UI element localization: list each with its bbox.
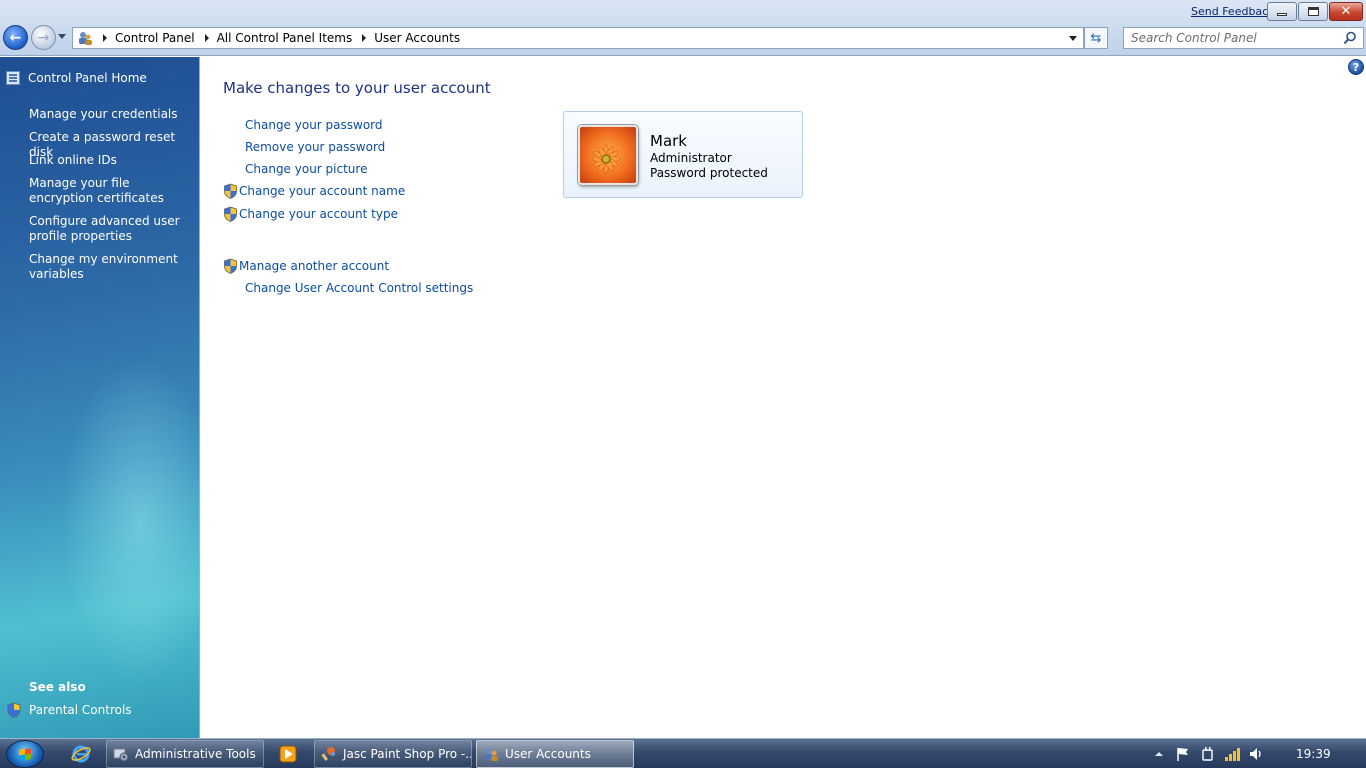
control-panel-home-icon xyxy=(6,71,20,85)
breadcrumb-control-panel[interactable]: Control Panel xyxy=(115,31,195,45)
taskbar: Administrative Tools Jasc Paint Shop Pro… xyxy=(0,738,1366,768)
chevron-up-icon xyxy=(1155,752,1163,756)
minimize-button[interactable] xyxy=(1267,2,1297,21)
wireless-signal-icon xyxy=(1225,748,1240,761)
shield-icon xyxy=(7,702,21,718)
sidebar-item-manage-credentials[interactable]: Manage your credentials xyxy=(29,107,194,122)
internet-explorer-icon xyxy=(71,745,91,763)
send-feedback-link[interactable]: Send Feedback xyxy=(1191,5,1275,18)
refresh-button[interactable]: ⇆ xyxy=(1084,27,1108,49)
taskbar-clock[interactable]: 19:39 xyxy=(1296,747,1331,761)
task-change-picture[interactable]: Change your picture xyxy=(245,162,367,176)
search-box[interactable] xyxy=(1123,27,1364,49)
sidebar-item-link-online-ids[interactable]: Link online IDs xyxy=(29,153,194,168)
search-icon[interactable] xyxy=(1343,31,1357,45)
start-button[interactable] xyxy=(6,740,44,768)
task-label: Change your account type xyxy=(239,207,398,221)
breadcrumb-all-items[interactable]: All Control Panel Items xyxy=(217,31,353,45)
control-panel-icon xyxy=(77,30,93,46)
taskbar-item-paint-shop-pro[interactable]: Jasc Paint Shop Pro -... xyxy=(314,740,472,768)
task-remove-password[interactable]: Remove your password xyxy=(245,140,385,154)
taskbar-item-label: Jasc Paint Shop Pro -... xyxy=(343,747,472,761)
user-accounts-icon xyxy=(485,748,498,761)
user-picture xyxy=(578,125,638,185)
quick-launch-ie[interactable] xyxy=(70,743,92,765)
sidebar-item-advanced-profile[interactable]: Configure advanced user profile properti… xyxy=(29,214,194,244)
sidebar-item-label: Control Panel Home xyxy=(28,71,147,85)
task-change-password[interactable]: Change your password xyxy=(245,118,383,132)
task-label: Remove your password xyxy=(245,140,386,154)
uac-shield-icon xyxy=(224,258,237,274)
tray-volume[interactable] xyxy=(1248,745,1264,763)
administrative-tools-icon xyxy=(113,748,129,762)
task-change-account-type[interactable]: Change your account type xyxy=(223,206,398,222)
quick-launch-media-player[interactable] xyxy=(277,743,299,765)
power-plug-icon xyxy=(1202,747,1213,761)
arrow-right-icon: → xyxy=(37,29,50,46)
paint-shop-pro-icon xyxy=(321,747,335,761)
sidebar-item-parental-controls[interactable]: Parental Controls xyxy=(7,702,132,718)
task-label: Manage another account xyxy=(239,259,390,273)
task-manage-another-account[interactable]: Manage another account xyxy=(223,258,389,274)
page-title: Make changes to your user account xyxy=(223,79,491,97)
taskbar-item-user-accounts[interactable]: User Accounts xyxy=(476,740,634,768)
tray-power[interactable] xyxy=(1200,745,1216,763)
account-role: Administrator xyxy=(650,151,732,165)
task-uac-settings[interactable]: Change User Account Control settings xyxy=(245,281,473,295)
restore-button[interactable] xyxy=(1298,2,1328,21)
sidebar-item-control-panel-home[interactable]: Control Panel Home xyxy=(6,71,147,85)
account-status: Password protected xyxy=(650,166,768,180)
restore-icon xyxy=(1307,7,1319,16)
taskbar-item-label: User Accounts xyxy=(505,747,591,761)
flower-picture-icon xyxy=(580,127,636,183)
tray-network[interactable] xyxy=(1224,745,1242,763)
parental-controls-label: Parental Controls xyxy=(29,703,132,717)
recent-pages-dropdown[interactable] xyxy=(58,34,66,39)
address-dropdown[interactable] xyxy=(1069,36,1077,41)
close-button[interactable]: ✕ xyxy=(1329,2,1363,21)
media-player-icon xyxy=(279,745,297,763)
task-label: Change your picture xyxy=(245,162,368,176)
task-label: Change User Account Control settings xyxy=(245,281,474,295)
taskbar-item-label: Administrative Tools xyxy=(135,747,256,761)
breadcrumb-user-accounts[interactable]: User Accounts xyxy=(374,31,460,45)
account-card: Mark Administrator Password protected xyxy=(563,111,803,198)
breadcrumb-separator[interactable] xyxy=(362,34,367,42)
main-content: ? Make changes to your user account Chan… xyxy=(201,57,1366,738)
speaker-icon xyxy=(1250,748,1261,760)
task-change-account-name[interactable]: Change your account name xyxy=(223,183,405,199)
account-name: Mark xyxy=(650,132,687,150)
back-button[interactable]: ← xyxy=(3,25,28,50)
title-bar: Send Feedback ✕ ← → Control Panel All Co… xyxy=(0,0,1366,56)
see-also-heading: See also xyxy=(29,680,86,694)
breadcrumb-separator[interactable] xyxy=(103,34,107,42)
sidebar-item-environment-variables[interactable]: Change my environment variables xyxy=(29,252,194,282)
address-bar[interactable]: Control Panel All Control Panel Items Us… xyxy=(72,27,1084,49)
sidebar-item-encryption-certificates[interactable]: Manage your file encryption certificates xyxy=(29,176,194,206)
arrow-left-icon: ← xyxy=(9,29,22,46)
breadcrumb-separator[interactable] xyxy=(204,34,209,42)
sidebar: Control Panel Home Manage your credentia… xyxy=(0,57,220,738)
tray-action-center[interactable] xyxy=(1175,745,1191,763)
forward-button[interactable]: → xyxy=(31,25,56,50)
uac-shield-icon xyxy=(224,206,237,222)
task-label: Change your password xyxy=(245,118,383,132)
task-label: Change your account name xyxy=(239,184,406,198)
help-icon[interactable]: ? xyxy=(1348,59,1364,75)
close-icon: ✕ xyxy=(1340,4,1352,19)
sidebar-glow xyxy=(60,357,220,687)
uac-shield-icon xyxy=(224,183,237,199)
taskbar-item-administrative-tools[interactable]: Administrative Tools xyxy=(106,740,264,768)
search-input[interactable] xyxy=(1131,28,1341,48)
refresh-icon: ⇆ xyxy=(1090,30,1102,46)
tray-show-hidden[interactable] xyxy=(1154,745,1164,763)
flag-icon xyxy=(1177,748,1188,761)
minimize-icon xyxy=(1277,13,1287,16)
